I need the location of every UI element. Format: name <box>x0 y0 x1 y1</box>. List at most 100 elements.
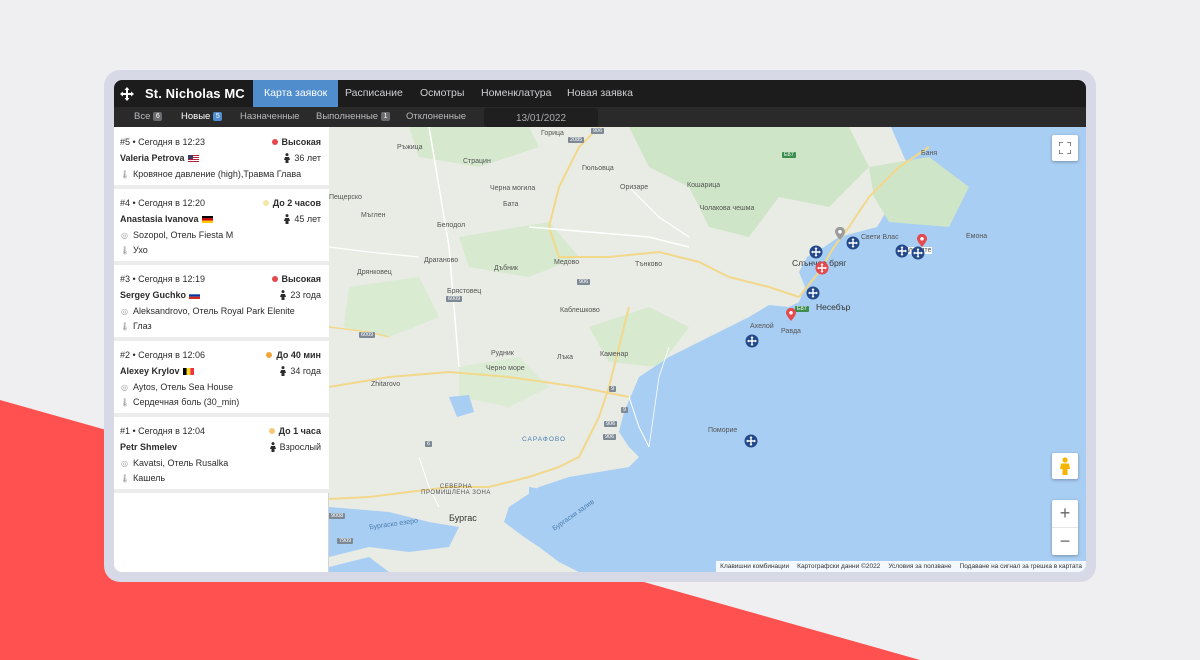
request-header: #1 • Сегодня в 12:04 До 1 часа <box>120 426 321 436</box>
nav-nomenclature[interactable]: Номенклатура <box>470 80 562 107</box>
report-error-link[interactable]: Подаване на сигнал за грешка в картата <box>956 563 1086 570</box>
requests-list: #5 • Сегодня в 12:23 Высокая Valeria Pet… <box>114 127 334 572</box>
zoom-out-button[interactable]: − <box>1052 527 1078 554</box>
road-shield: 906 <box>577 279 591 285</box>
map-base <box>329 127 1086 572</box>
date-picker[interactable]: 13/01/2022 <box>484 108 598 127</box>
fullscreen-icon <box>1059 142 1071 154</box>
request-id-time: #5 • Сегодня в 12:23 <box>120 137 205 147</box>
road-shield: 6009 <box>359 332 376 338</box>
nav-examinations[interactable]: Осмотры <box>409 80 475 107</box>
medical-marker-icon[interactable] <box>745 334 759 348</box>
priority-label: Высокая <box>281 137 321 147</box>
brand[interactable]: St. Nicholas MC <box>120 80 245 107</box>
address-row: ◎ Aleksandrovo, Отель Royal Park Elenite <box>120 306 321 316</box>
complaint-row: 🌡︎ Кашель <box>120 473 321 483</box>
map-label: Страцин <box>463 158 491 165</box>
street-view-button[interactable] <box>1052 453 1078 479</box>
map-label: Каменар <box>600 351 629 358</box>
map-label: Каблешково <box>560 307 600 314</box>
priority-badge: До 2 часов <box>262 198 321 208</box>
keyboard-shortcuts-link[interactable]: Клавишни комбинации <box>716 563 793 570</box>
tab-new[interactable]: Новые 5 <box>181 107 223 127</box>
app-title: St. Nicholas MC <box>145 86 245 101</box>
request-card[interactable]: #2 • Сегодня в 12:06 До 40 мин Alexey Kr… <box>114 341 329 417</box>
person-icon <box>280 290 287 300</box>
tab-label: Все <box>134 111 151 122</box>
request-card[interactable]: #5 • Сегодня в 12:23 Высокая Valeria Pet… <box>114 127 329 189</box>
panel-fade <box>114 570 334 572</box>
age-label: 34 года <box>290 366 321 376</box>
medical-marker-icon[interactable] <box>806 286 820 300</box>
thermometer-icon: 🌡︎ <box>120 322 131 331</box>
patient-name: Anastasia Ivanova <box>120 214 199 224</box>
request-card[interactable]: #3 • Сегодня в 12:19 Высокая Sergey Guch… <box>114 265 329 341</box>
complaint-text: Глаз <box>133 321 152 331</box>
terms-link[interactable]: Условия за ползване <box>884 563 955 570</box>
medical-marker-icon[interactable] <box>809 245 823 259</box>
tab-all[interactable]: Все 6 <box>134 107 163 127</box>
priority-dot <box>268 428 275 434</box>
nav-requests-map[interactable]: Карта заявок <box>253 80 339 107</box>
complaint-row: 🌡︎ Ухо <box>120 245 321 255</box>
patient-age: 36 лет <box>283 153 321 163</box>
request-card[interactable]: #1 • Сегодня в 12:04 До 1 часа Petr Shme… <box>114 417 329 493</box>
nav-new-request[interactable]: Новая заявка <box>556 80 644 107</box>
tab-rejected[interactable]: Отклоненные <box>406 107 466 127</box>
red-location-pin-icon[interactable] <box>917 234 927 247</box>
complaint-row: 🌡︎ Кровяное давление (high),Травма Глава <box>120 169 321 179</box>
medical-marker-icon[interactable] <box>895 244 909 258</box>
location-pin-icon: ◎ <box>121 231 128 240</box>
map-label: Рудник <box>491 350 514 357</box>
fullscreen-button[interactable] <box>1052 135 1078 161</box>
patient-row: Valeria Petrova 36 лет <box>120 153 321 163</box>
map-label: Дъбник <box>494 265 518 272</box>
medical-marker-icon[interactable] <box>846 236 860 250</box>
us-flag-icon <box>187 155 199 162</box>
patient-name: Petr Shmelev <box>120 442 178 452</box>
road-shield: E87 <box>795 306 809 312</box>
thermometer-icon: 🌡︎ <box>120 474 131 483</box>
nav-schedule[interactable]: Расписание <box>334 80 414 107</box>
person-icon <box>269 442 276 452</box>
urgent-marker-icon[interactable] <box>815 261 829 275</box>
patient-row: Anastasia Ivanova 45 лет <box>120 214 321 224</box>
road-shield: 6 <box>425 441 433 447</box>
zoom-in-button[interactable]: + <box>1052 500 1078 527</box>
map-label: Кошарица <box>687 182 721 189</box>
tab-assigned[interactable]: Назначенные <box>240 107 300 127</box>
medical-marker-icon[interactable] <box>744 434 758 448</box>
request-id-time: #1 • Сегодня в 12:04 <box>120 426 205 436</box>
map-label: Баня <box>921 150 938 157</box>
request-id-time: #2 • Сегодня в 12:06 <box>120 350 205 360</box>
location-pin-icon: ◎ <box>121 307 128 316</box>
map-label: Дрянковец <box>357 269 392 276</box>
red-location-pin-icon[interactable] <box>786 308 796 321</box>
map-label: Zhitarovo <box>371 381 401 388</box>
age-label: 45 лет <box>294 214 321 224</box>
age-label: 36 лет <box>294 153 321 163</box>
priority-dot <box>271 276 278 282</box>
map-label: Драганово <box>424 257 459 264</box>
priority-badge: До 1 часа <box>268 426 321 436</box>
request-header: #5 • Сегодня в 12:23 Высокая <box>120 137 321 147</box>
request-card[interactable]: #4 • Сегодня в 12:20 До 2 часов Anastasi… <box>114 189 329 265</box>
medical-marker-icon[interactable] <box>911 246 925 260</box>
request-header: #3 • Сегодня в 12:19 Высокая <box>120 274 321 284</box>
road-shield: 9 <box>621 407 629 413</box>
priority-label: До 1 часа <box>278 426 321 436</box>
patient-age: Взрослый <box>269 442 321 452</box>
map-view[interactable]: Горица Ръжица Страцин Гюльовца Баня Черн… <box>329 127 1086 572</box>
grey-location-pin-icon[interactable] <box>835 227 845 240</box>
map-label: Емона <box>966 233 988 240</box>
complaint-text: Кровяное давление (high),Травма Глава <box>133 169 302 179</box>
request-id-time: #4 • Сегодня в 12:20 <box>120 198 205 208</box>
be-flag-icon <box>182 368 194 375</box>
road-shield: 9 <box>609 386 617 392</box>
priority-dot <box>271 139 278 145</box>
map-data-label: Картографски данни ©2022 <box>797 563 881 570</box>
tab-completed[interactable]: Выполненные 1 <box>316 107 391 127</box>
patient-name: Alexey Krylov <box>120 366 180 376</box>
priority-dot <box>266 352 273 358</box>
thermometer-icon: 🌡︎ <box>120 246 131 255</box>
